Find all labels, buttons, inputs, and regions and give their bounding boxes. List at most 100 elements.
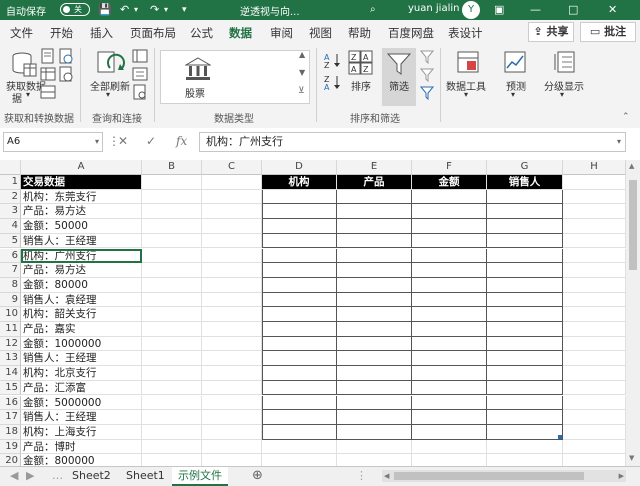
empty-cell[interactable] <box>262 454 337 466</box>
table-cell[interactable] <box>487 219 563 234</box>
column-header[interactable]: D <box>262 160 337 175</box>
empty-cell[interactable] <box>412 454 487 466</box>
empty-cell[interactable] <box>202 410 262 425</box>
horizontal-scrollbar[interactable]: ◀ ▶ <box>382 470 626 482</box>
row-header[interactable]: 3 <box>0 204 21 220</box>
share-button[interactable]: ⇪ 共享 <box>528 22 574 42</box>
empty-cell[interactable] <box>142 175 202 190</box>
data-cell[interactable]: 产品：博时 <box>21 439 142 455</box>
table-cell[interactable] <box>412 410 487 425</box>
empty-cell[interactable] <box>202 189 262 205</box>
table-cell[interactable] <box>337 380 412 396</box>
table-cell[interactable] <box>412 292 487 308</box>
empty-cell[interactable] <box>202 424 262 440</box>
empty-cell[interactable] <box>202 204 262 220</box>
data-cell[interactable]: 销售人：袁经理 <box>21 292 142 308</box>
table-cell[interactable] <box>337 204 412 220</box>
row-header[interactable]: 6 <box>0 248 21 264</box>
insert-function-icon[interactable]: fx <box>176 134 187 148</box>
empty-cell[interactable] <box>142 292 202 308</box>
empty-cell[interactable] <box>202 248 262 264</box>
empty-cell[interactable] <box>563 439 626 455</box>
row-header[interactable]: 19 <box>0 439 21 455</box>
row-header[interactable]: 2 <box>0 189 21 205</box>
chevron-down-icon[interactable]: ▾ <box>511 90 515 99</box>
empty-cell[interactable] <box>202 439 262 455</box>
empty-cell[interactable] <box>202 366 262 381</box>
data-cell[interactable]: 产品：易方达 <box>21 204 142 220</box>
tab-help[interactable]: 帮助 <box>348 25 371 41</box>
empty-cell[interactable] <box>202 380 262 396</box>
empty-cell[interactable] <box>563 175 626 190</box>
redo-icon[interactable]: ↷ <box>150 3 159 17</box>
sort-asc-icon[interactable]: AZ <box>324 52 342 68</box>
empty-cell[interactable] <box>563 410 626 425</box>
empty-cell[interactable] <box>337 439 412 455</box>
gallery-up-icon[interactable]: ▲ <box>299 50 305 59</box>
empty-cell[interactable] <box>563 322 626 337</box>
table-header-cell[interactable]: 产品 <box>337 175 412 190</box>
comments-button[interactable]: ▭ 批注 <box>580 22 636 42</box>
empty-cell[interactable] <box>563 263 626 278</box>
empty-cell[interactable] <box>202 395 262 411</box>
empty-cell[interactable] <box>563 307 626 322</box>
undo-dropdown-icon[interactable]: ▾ <box>134 3 138 17</box>
empty-cell[interactable] <box>487 454 563 466</box>
table-cell[interactable] <box>262 277 337 293</box>
gallery-down-icon[interactable]: ▼ <box>299 68 305 77</box>
table-cell[interactable] <box>412 380 487 396</box>
table-cell[interactable] <box>487 277 563 293</box>
table-header-cell[interactable]: 金额 <box>412 175 487 190</box>
empty-cell[interactable] <box>202 322 262 337</box>
table-cell[interactable] <box>412 395 487 411</box>
maximize-icon[interactable]: □ <box>568 3 578 17</box>
table-cell[interactable] <box>487 307 563 322</box>
table-cell[interactable] <box>262 189 337 205</box>
table-cell[interactable] <box>412 424 487 440</box>
table-cell[interactable] <box>262 366 337 381</box>
table-header-cell[interactable]: 机构 <box>262 175 337 190</box>
data-type-gallery[interactable]: 股票 <box>160 50 310 104</box>
empty-cell[interactable] <box>142 322 202 337</box>
clear-filter-icon[interactable] <box>420 50 434 64</box>
from-text-icon[interactable] <box>40 48 56 64</box>
tab-table-design[interactable]: 表设计 <box>448 25 483 41</box>
data-cell[interactable]: 产品：嘉实 <box>21 322 142 337</box>
sheet-tab-sheet2[interactable]: Sheet2 <box>66 467 117 486</box>
empty-cell[interactable] <box>202 292 262 308</box>
sort-desc-icon[interactable]: ZA <box>324 74 342 90</box>
empty-cell[interactable] <box>563 424 626 440</box>
add-sheet-icon[interactable]: ⊕ <box>246 467 269 486</box>
table-cell[interactable] <box>337 307 412 322</box>
table-cell[interactable] <box>412 351 487 367</box>
undo-icon[interactable]: ↶ <box>120 3 129 17</box>
table-cell[interactable] <box>262 307 337 322</box>
data-cell[interactable]: 产品：易方达 <box>21 263 142 278</box>
table-cell[interactable] <box>262 322 337 337</box>
collapse-ribbon-icon[interactable]: ⌃ <box>622 112 630 122</box>
table-cell[interactable] <box>337 233 412 249</box>
table-cell[interactable] <box>337 263 412 278</box>
table-resize-handle[interactable] <box>558 434 562 439</box>
from-table-icon[interactable] <box>40 66 56 82</box>
table-cell[interactable] <box>487 292 563 308</box>
empty-cell[interactable] <box>142 233 202 249</box>
autosave-toggle[interactable]: 关 <box>60 3 90 16</box>
column-header[interactable]: B <box>142 160 202 175</box>
table-cell[interactable] <box>487 263 563 278</box>
chevron-down-icon[interactable]: ▾ <box>26 90 30 99</box>
table-cell[interactable] <box>412 189 487 205</box>
empty-cell[interactable] <box>142 204 202 220</box>
empty-cell[interactable] <box>142 277 202 293</box>
empty-cell[interactable] <box>563 395 626 411</box>
gallery-more-icon[interactable]: ⊻ <box>298 86 305 96</box>
table-cell[interactable] <box>412 219 487 234</box>
table-cell[interactable] <box>337 248 412 264</box>
empty-cell[interactable] <box>412 439 487 455</box>
data-cell[interactable]: 机构：东莞支行 <box>21 189 142 205</box>
data-cell[interactable]: 机构：北京支行 <box>21 366 142 381</box>
table-cell[interactable] <box>487 336 563 352</box>
scroll-left-icon[interactable]: ◀ <box>384 470 389 482</box>
vertical-scrollbar[interactable]: ▲ ▼ <box>626 160 640 466</box>
empty-cell[interactable] <box>142 424 202 440</box>
